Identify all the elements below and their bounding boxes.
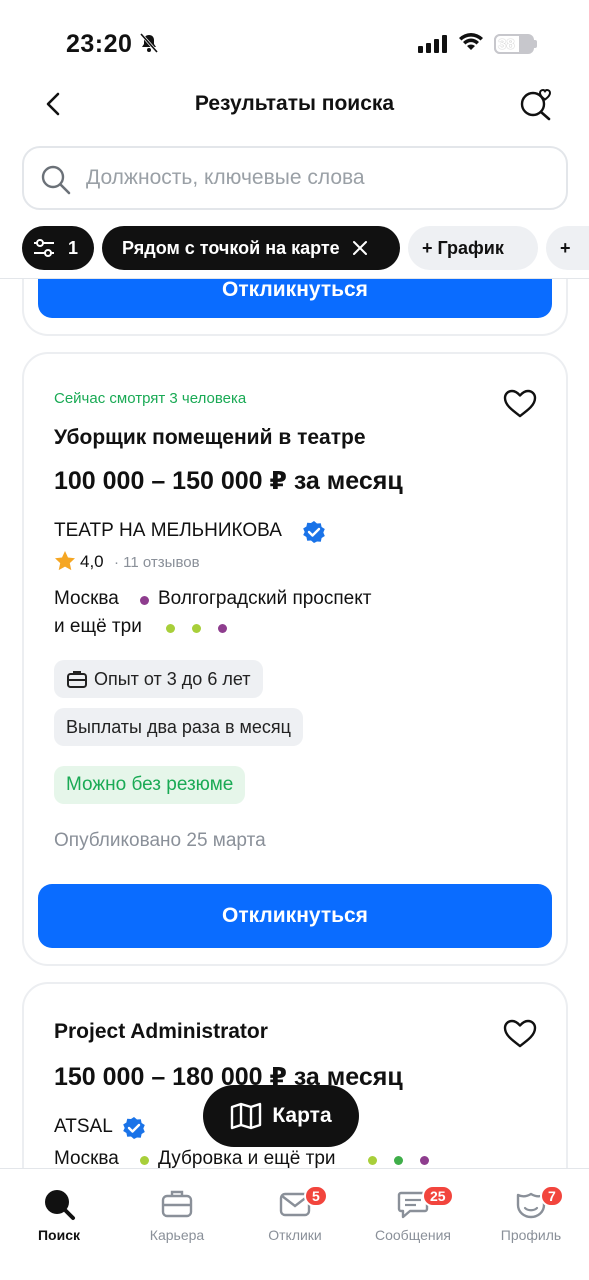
schedule-chip-label: + График: [422, 237, 504, 258]
viewers-count: Сейчас смотрят 3 человека: [54, 390, 247, 407]
published-date: Опубликовано 25 марта: [54, 830, 266, 851]
experience-tag: Опыт от 3 до 6 лет: [54, 660, 263, 698]
metro-station: Волгоградский проспект: [158, 588, 372, 609]
map-button[interactable]: Карта: [203, 1085, 359, 1147]
tab-label: Сообщения: [375, 1227, 451, 1243]
vacancy-title[interactable]: Уборщик помещений в театре: [54, 426, 366, 450]
metro-station: Дубровка и ещё три: [158, 1148, 336, 1169]
city: Москва: [54, 588, 119, 609]
search-placeholder: Должность, ключевые слова: [86, 166, 365, 189]
reviews-count[interactable]: · 11 отзывов: [114, 554, 200, 571]
apply-label: Откликнуться: [222, 904, 368, 927]
map-button-label: Карта: [272, 1104, 332, 1127]
battery-icon: 38: [494, 34, 534, 54]
divider: [0, 278, 589, 279]
cellular-signal-icon: [418, 35, 448, 58]
apply-button[interactable]: Откликнуться: [38, 884, 552, 948]
apply-label: Откликнуться: [222, 278, 368, 301]
map-icon: [231, 1102, 262, 1130]
battery-cap: [534, 40, 537, 48]
wifi-icon: [458, 32, 484, 57]
metro-dot: [394, 1156, 403, 1165]
schedule-chip[interactable]: + График: [408, 226, 538, 270]
page-title: Результаты поиска: [194, 92, 395, 115]
tab-label: Профиль: [500, 1227, 562, 1243]
briefcase-icon: [160, 1187, 194, 1226]
company-name[interactable]: ATSAL: [54, 1116, 113, 1138]
metro-dot: [192, 624, 201, 633]
location-chip-label: Рядом с точкой на карте: [122, 237, 340, 258]
metro-dot: [166, 624, 175, 633]
metro-dot: [140, 1156, 149, 1165]
payments-tag: Выплаты два раза в месяц: [54, 708, 303, 746]
notification-badge: 7: [540, 1185, 564, 1207]
tab-label: Поиск: [37, 1227, 80, 1243]
notification-badge: 5: [304, 1185, 328, 1207]
more-chip-label: +: [560, 237, 571, 258]
filters-chip[interactable]: 1: [22, 226, 94, 270]
location-chip[interactable]: Рядом с точкой на карте: [102, 226, 400, 270]
tab-label: Карьера: [149, 1227, 205, 1243]
search-filled-icon: [42, 1187, 76, 1226]
status-bar: 23:20 38: [0, 0, 589, 80]
vacancy-title[interactable]: Project Administrator: [54, 1020, 268, 1044]
filter-count: 1: [68, 237, 79, 258]
heart-icon[interactable]: [502, 1018, 538, 1055]
battery-level: 38: [498, 36, 515, 53]
no-resume-label: Можно без резюме: [66, 774, 234, 795]
briefcase-icon: [67, 671, 87, 688]
no-resume-tag: Можно без резюме: [54, 766, 246, 804]
tab-label: Отклики: [268, 1227, 322, 1243]
filter-chips: 1 Рядом с точкой на карте + График +: [0, 226, 589, 270]
payments-label: Выплаты два раза в месяц: [66, 716, 291, 737]
metro-dot: [218, 624, 227, 633]
metro-more: и ещё три: [54, 616, 142, 637]
metro-dot: [420, 1156, 429, 1165]
experience-label: Опыт от 3 до 6 лет: [94, 668, 251, 689]
metro-dot: [368, 1156, 377, 1165]
bell-muted-icon: [139, 33, 159, 58]
search-input[interactable]: Должность, ключевые слова: [22, 146, 568, 210]
saved-search-heart-icon[interactable]: [518, 86, 554, 127]
heart-icon[interactable]: [502, 388, 538, 425]
vacancy-card[interactable]: Сейчас смотрят 3 человека Уборщик помеще…: [22, 352, 568, 966]
bottom-tab-bar: Поиск Карьера 5 Отклики 25 Сообщения 7 П…: [0, 1168, 589, 1280]
notification-badge: 25: [422, 1185, 454, 1207]
search-icon: [40, 164, 72, 201]
vacancy-salary: 100 000 – 150 000 ₽ за месяц: [54, 467, 403, 495]
star-icon: [54, 550, 76, 577]
metro-dot: [140, 596, 149, 605]
sliders-icon: [34, 239, 54, 257]
more-chip[interactable]: +: [546, 226, 589, 270]
verified-badge-icon: [122, 1116, 146, 1145]
status-time: 23:20: [66, 30, 133, 58]
city: Москва: [54, 1148, 119, 1169]
company-name[interactable]: ТЕАТР НА МЕЛЬНИКОВА: [54, 520, 282, 542]
close-icon[interactable]: [352, 240, 368, 256]
verified-badge-icon: [302, 520, 326, 549]
rating-value: 4,0: [80, 552, 104, 571]
